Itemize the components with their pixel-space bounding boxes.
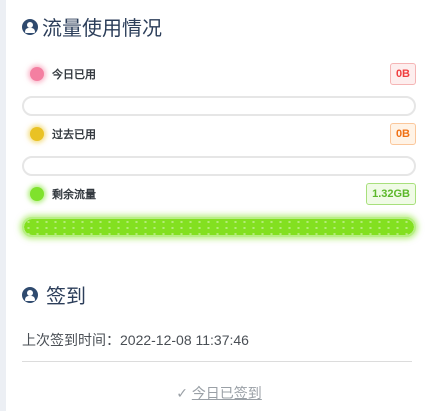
remaining-dot-icon (30, 187, 44, 201)
remaining-badge: 1.32GB (366, 183, 416, 205)
today-used-badge: 0B (389, 63, 416, 85)
checked-in-label: 今日已签到 (191, 385, 262, 401)
checked-in-button[interactable]: ✓ 今日已签到 (22, 383, 416, 403)
last-checkin-info: 上次签到时间：2022-12-08 11:37:46 (22, 330, 249, 350)
user-circle-icon (22, 286, 38, 303)
past-used-label: 过去已用 (52, 129, 96, 141)
user-circle-icon (22, 18, 38, 35)
past-used-progress (22, 156, 416, 176)
past-used-badge: 0B (389, 123, 416, 145)
checkin-title-text: 签到 (46, 286, 86, 308)
remaining-label: 剩余流量 (52, 189, 96, 201)
past-dot-icon (30, 127, 44, 141)
divider (22, 361, 412, 362)
page-edge (0, 0, 6, 411)
remaining-progress (22, 217, 416, 237)
today-dot-icon (30, 67, 44, 81)
past-used-row: 过去已用 0B (22, 123, 416, 145)
traffic-title: 流量使用情况 (22, 12, 162, 41)
check-icon: ✓ (176, 385, 188, 401)
last-checkin-time: 2022-12-08 11:37:46 (120, 332, 249, 348)
traffic-title-text: 流量使用情况 (42, 18, 162, 40)
last-checkin-label: 上次签到时间： (22, 332, 120, 348)
remaining-row: 剩余流量 1.32GB (22, 183, 416, 205)
today-used-row: 今日已用 0B (22, 63, 416, 85)
checkin-title: 签到 (22, 280, 86, 309)
remaining-progress-fill (24, 219, 414, 235)
today-used-progress (22, 96, 416, 116)
today-used-label: 今日已用 (52, 69, 96, 81)
